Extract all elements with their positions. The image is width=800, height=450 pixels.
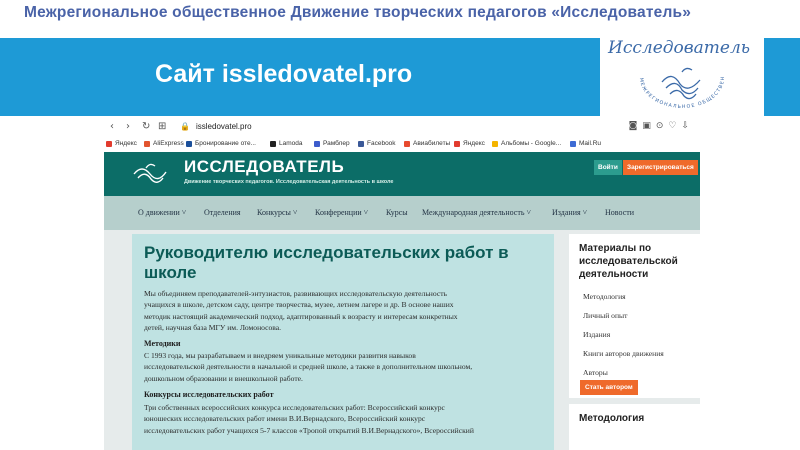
bookmark-item[interactable]: Яндекс xyxy=(454,140,485,147)
menu-item-branches[interactable]: Отделения xyxy=(204,208,241,217)
materials-card: Материалы по исследовательской деятельно… xyxy=(569,234,700,398)
reload-icon[interactable]: ↻ xyxy=(142,121,150,132)
sidebar-link-authors[interactable]: Авторы xyxy=(583,368,608,377)
login-button[interactable]: Войти xyxy=(594,160,622,175)
site-tagline: Движение творческих педагогов. Исследова… xyxy=(184,179,394,185)
bookmark-item[interactable]: Авиабилеты xyxy=(404,140,450,147)
page-body: Руководителю исследовательских работ в ш… xyxy=(104,230,700,450)
methods-heading: Методики xyxy=(144,339,181,348)
browser-window: ‹ › ↻ ⊞ 🔒 issledovatel.pro ◙▣⊙♡⇩ Яндекс … xyxy=(104,116,700,450)
sidebar-link-experience[interactable]: Личный опыт xyxy=(583,311,627,320)
site-header: ИССЛЕДОВАТЕЛЬ Движение творческих педаго… xyxy=(104,152,700,196)
menu-item-courses[interactable]: Курсы xyxy=(386,208,408,217)
register-button[interactable]: Зарегистрироваться xyxy=(623,160,698,175)
organization-title: Межрегиональное общественное Движение тв… xyxy=(24,4,692,21)
main-content: Руководителю исследовательских работ в ш… xyxy=(132,234,554,450)
methodology-title: Методология xyxy=(579,413,645,424)
logo-ring-text: МЕЖРЕГИОНАЛЬНОЕ ОБЩЕСТВЕННОЕ ДВИЖЕНИЕ xyxy=(600,32,725,110)
intro-paragraph: Мы объединяем преподавателей-энтузиастов… xyxy=(144,289,458,333)
bird-logo-icon[interactable] xyxy=(132,160,168,188)
lock-icon: 🔒 xyxy=(180,122,190,131)
organization-logo: Исследователь МЕЖРЕГИОНАЛЬНОЕ ОБЩЕСТВЕНН… xyxy=(600,32,764,120)
site-brand[interactable]: ИССЛЕДОВАТЕЛЬ xyxy=(184,157,344,177)
menu-item-about[interactable]: О движении ˅ xyxy=(138,208,186,217)
bookmark-item[interactable]: Facebook xyxy=(358,140,396,147)
dove-logo-icon: МЕЖРЕГИОНАЛЬНОЕ ОБЩЕСТВЕННОЕ ДВИЖЕНИЕ xyxy=(600,32,726,110)
main-menu: О движении ˅ Отделения Конкурсы ˅ Конфер… xyxy=(104,196,700,230)
menu-item-conferences[interactable]: Конференции ˅ xyxy=(315,208,368,217)
sidebar-link-books[interactable]: Книги авторов движения xyxy=(583,349,664,358)
bookmark-item[interactable]: Бронирование оте... xyxy=(186,140,256,147)
contests-heading: Конкурсы исследовательских работ xyxy=(144,390,274,399)
address-bar: ‹ › ↻ ⊞ 🔒 issledovatel.pro ◙▣⊙♡⇩ xyxy=(104,116,700,138)
methodology-card: Методология xyxy=(569,404,700,450)
sidebar-link-methodology[interactable]: Методология xyxy=(583,292,626,301)
bookmarks-bar: Яндекс AliExpress Бронирование оте... La… xyxy=(104,138,700,152)
bookmark-item[interactable]: Альбомы - Google... xyxy=(492,140,561,147)
become-author-button[interactable]: Стать автором xyxy=(580,380,638,395)
contests-paragraph: Три собственных всероссийских конкурса и… xyxy=(144,403,474,435)
toolbar-icons[interactable]: ◙▣⊙♡⇩ xyxy=(629,121,694,131)
site-title: Сайт issledovatel.pro xyxy=(155,60,413,88)
methods-paragraph: С 1993 года, мы разрабатываем и внедряем… xyxy=(144,351,473,383)
menu-item-contests[interactable]: Конкурсы ˅ xyxy=(257,208,297,217)
sidebar-link-publications[interactable]: Издания xyxy=(583,330,610,339)
back-icon[interactable]: ‹ xyxy=(110,121,114,132)
forward-icon[interactable]: › xyxy=(126,121,130,132)
sidebar: Материалы по исследовательской деятельно… xyxy=(569,234,700,450)
bookmark-item[interactable]: Рамблер xyxy=(314,140,350,147)
bookmark-item[interactable]: Яндекс xyxy=(106,140,137,147)
bookmark-item[interactable]: Mail.Ru xyxy=(570,140,601,147)
article-title: Руководителю исследовательских работ в ш… xyxy=(144,243,509,282)
bookmark-item[interactable]: AliExpress xyxy=(144,140,184,147)
materials-title: Материалы по исследовательской деятельно… xyxy=(579,243,678,280)
tabs-grid-icon[interactable]: ⊞ xyxy=(158,121,166,132)
svg-text:МЕЖРЕГИОНАЛЬНОЕ ОБЩЕСТВЕННОЕ Д: МЕЖРЕГИОНАЛЬНОЕ ОБЩЕСТВЕННОЕ ДВИЖЕНИЕ xyxy=(600,32,726,110)
menu-item-news[interactable]: Новости xyxy=(605,208,634,217)
menu-item-publications[interactable]: Издания ˅ xyxy=(552,208,587,217)
url-text[interactable]: issledovatel.pro xyxy=(196,122,252,131)
menu-item-international[interactable]: Международная деятельность ˅ xyxy=(422,208,531,217)
bookmark-item[interactable]: Lamoda xyxy=(270,140,303,147)
